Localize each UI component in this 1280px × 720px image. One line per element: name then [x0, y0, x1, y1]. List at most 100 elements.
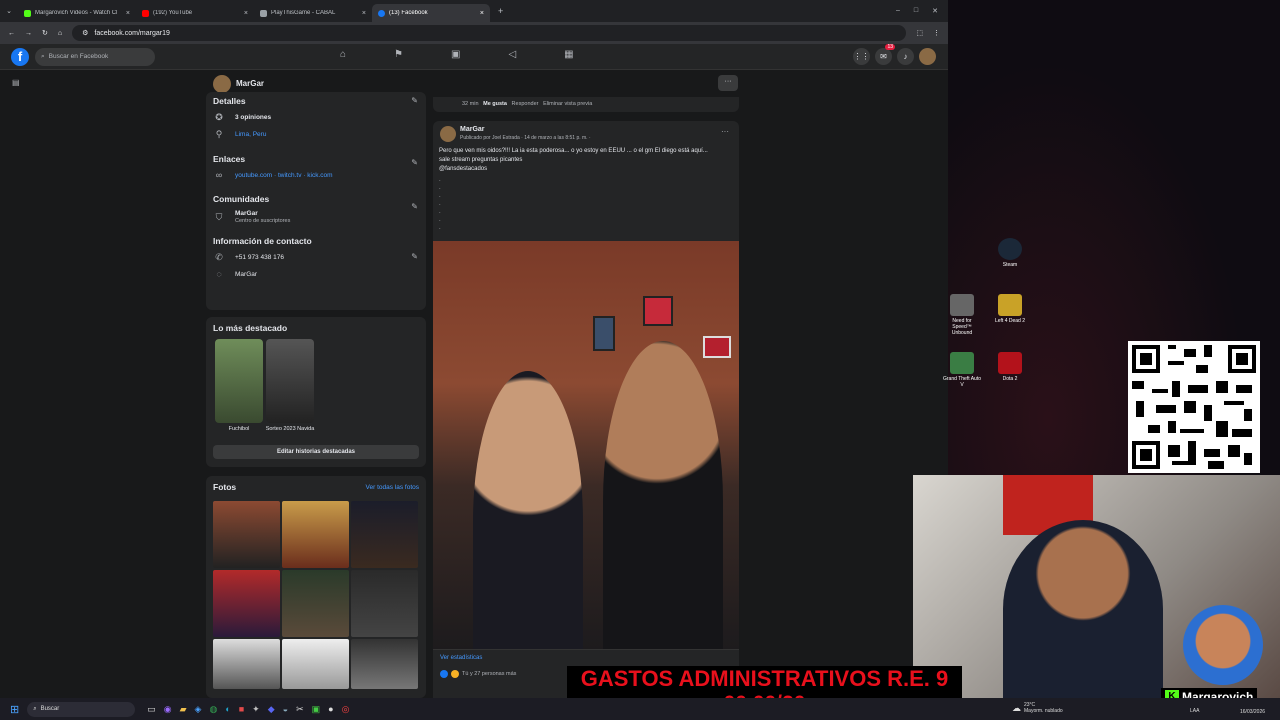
avatar[interactable]: [919, 48, 936, 65]
photo-thumb[interactable]: [282, 501, 349, 568]
desktop-icon-gta[interactable]: Grand Theft Auto V: [942, 352, 982, 388]
pages-nav-icon[interactable]: ⚑: [394, 49, 403, 60]
bell-icon[interactable]: ♪: [897, 48, 914, 65]
store-icon[interactable]: ◈: [195, 704, 202, 715]
language-indicator[interactable]: LAA: [1190, 708, 1199, 714]
desktop-icon-dota[interactable]: Dota 2: [990, 352, 1030, 382]
edit-pencil-icon[interactable]: ✎: [411, 202, 418, 211]
photo-thumb[interactable]: [213, 570, 280, 637]
tab-search-icon[interactable]: ⌄: [0, 7, 18, 15]
sidebar-toggle-icon[interactable]: ▤: [12, 78, 20, 87]
desktop-icon-steam[interactable]: Steam: [990, 238, 1030, 268]
maximize-icon[interactable]: □: [914, 7, 918, 15]
location-row: ⚲ Lima, Peru: [213, 129, 419, 140]
search-icon: ⌕: [33, 705, 37, 712]
copilot-icon[interactable]: ◉: [164, 704, 172, 715]
edit-pencil-icon[interactable]: ✎: [411, 158, 418, 167]
minimize-icon[interactable]: –: [896, 7, 900, 15]
fb-search-input[interactable]: ⌕ Buscar en Facebook: [35, 47, 155, 66]
menu-grid-icon[interactable]: ⋮⋮: [853, 48, 870, 65]
app-icon[interactable]: ◎: [342, 704, 350, 715]
edit-pencil-icon[interactable]: ✎: [411, 252, 418, 261]
taskbar-search[interactable]: ⌕ Buscar: [27, 701, 136, 717]
site-info-icon[interactable]: ⚙: [82, 29, 88, 37]
streamer: [1003, 520, 1163, 698]
edit-pencil-icon[interactable]: ✎: [411, 96, 418, 105]
photo-thumb[interactable]: [213, 639, 280, 689]
marketplace-nav-icon[interactable]: ▣: [451, 49, 460, 60]
browser-window: ⌄ Margarovich Videos - Watch Cl × (192) Y…: [0, 0, 948, 698]
tab-kick[interactable]: Margarovich Videos - Watch Cl ×: [18, 4, 136, 22]
edit-highlights-button[interactable]: Editar historias destacadas: [213, 445, 419, 459]
taskbar-apps: ▭ ◉ ▰ ◈ ◍ ◐ ■ ✦ ◆ ◒ ✂ ▣ ● ◎: [147, 704, 349, 715]
photo-thumb[interactable]: [351, 501, 418, 568]
facebook-logo[interactable]: f: [11, 47, 29, 66]
photo-thumb[interactable]: [282, 570, 349, 637]
menu-icon[interactable]: ⋮: [933, 29, 940, 37]
tab-youtube[interactable]: (192) YouTube ×: [136, 4, 254, 22]
profile-avatar[interactable]: [213, 75, 231, 93]
close-window-icon[interactable]: ✕: [932, 7, 938, 15]
app-icon[interactable]: ■: [239, 704, 244, 715]
extensions-icon[interactable]: ⬚: [916, 29, 923, 37]
app-icon[interactable]: ▣: [312, 704, 321, 715]
nfs-icon: [950, 294, 974, 316]
view-stats-link[interactable]: Ver estadísticas: [440, 655, 482, 661]
highlight-label: Fuchibol: [228, 426, 250, 432]
details-heading: Detalles: [213, 96, 246, 106]
events-nav-icon[interactable]: ▦: [564, 49, 573, 60]
post-author[interactable]: MarGar: [460, 126, 485, 133]
post-card: MarGar Publicado por Joel Estrada · 14 d…: [433, 121, 739, 241]
weather-widget[interactable]: ☁ 23°C Mayorm. nublado: [1012, 702, 1063, 714]
close-icon[interactable]: ×: [362, 10, 366, 17]
wall-frame: [703, 336, 731, 358]
close-icon[interactable]: ×: [126, 10, 130, 17]
links-row: ∞ youtube.com · twitch.tv · kick.com: [213, 170, 419, 180]
highlights-heading: Lo más destacado: [213, 323, 288, 333]
close-icon[interactable]: ×: [244, 10, 248, 17]
back-icon[interactable]: ←: [8, 30, 15, 37]
clock-date[interactable]: 16/03/2026: [1240, 709, 1265, 715]
steam-taskbar-icon[interactable]: ◒: [283, 704, 288, 715]
forward-icon[interactable]: →: [25, 30, 32, 37]
photo-thumb[interactable]: [351, 639, 418, 689]
reload-icon[interactable]: ↻: [42, 29, 48, 37]
discord-icon[interactable]: ◆: [268, 704, 275, 715]
windows-start-icon[interactable]: ⊞: [10, 703, 19, 716]
reactions-row[interactable]: Tú y 27 personas más: [440, 670, 516, 678]
tab-cabal[interactable]: PlayThisGame - CABAL ×: [254, 4, 372, 22]
messenger-icon: ◌: [216, 269, 222, 279]
ads-nav-icon[interactable]: ◁: [508, 49, 516, 60]
desktop-icon-nfs[interactable]: Need for Speed™ Unbound: [942, 294, 982, 336]
url-field[interactable]: ⚙ facebook.com/margar19: [72, 25, 907, 41]
highlight-story[interactable]: [215, 339, 263, 423]
post-photo[interactable]: [433, 241, 739, 649]
tab-facebook[interactable]: (13) Facebook ×: [372, 4, 490, 22]
community-row[interactable]: ⛉ MarGar Centro de suscriptores: [213, 210, 419, 224]
post-options-icon[interactable]: ···: [721, 127, 729, 136]
previous-post-footer: 32 min Me gusta Responder Eliminar vista…: [433, 97, 739, 112]
opinions-row: ✪ 3 opiniones: [213, 112, 419, 123]
app-icon[interactable]: ✦: [252, 704, 260, 715]
task-view-icon[interactable]: ▭: [147, 704, 156, 715]
file-explorer-icon[interactable]: ▰: [180, 704, 187, 715]
profile-name[interactable]: MarGar: [236, 79, 264, 88]
person-left: [473, 371, 583, 649]
capcut-icon[interactable]: ✂: [296, 704, 304, 715]
obs-icon[interactable]: ●: [328, 704, 333, 715]
photo-thumb[interactable]: [213, 501, 280, 568]
home-icon[interactable]: ⌂: [58, 30, 62, 37]
home-nav-icon[interactable]: ⌂: [340, 49, 346, 60]
more-options-button[interactable]: ···: [718, 75, 738, 91]
edge-icon[interactable]: ◐: [225, 704, 230, 715]
post-avatar[interactable]: [440, 126, 456, 142]
photo-thumb[interactable]: [282, 639, 349, 689]
chrome-icon[interactable]: ◍: [209, 704, 217, 715]
see-all-photos-link[interactable]: Ver todas las fotos: [366, 484, 419, 491]
photo-thumb[interactable]: [351, 570, 418, 637]
messenger-icon[interactable]: ✉ 13: [875, 44, 895, 65]
highlight-story[interactable]: [266, 339, 314, 423]
new-tab-icon[interactable]: +: [498, 6, 503, 16]
desktop-icon-l4d2[interactable]: Left 4 Dead 2: [990, 294, 1030, 324]
close-icon[interactable]: ×: [480, 10, 484, 17]
